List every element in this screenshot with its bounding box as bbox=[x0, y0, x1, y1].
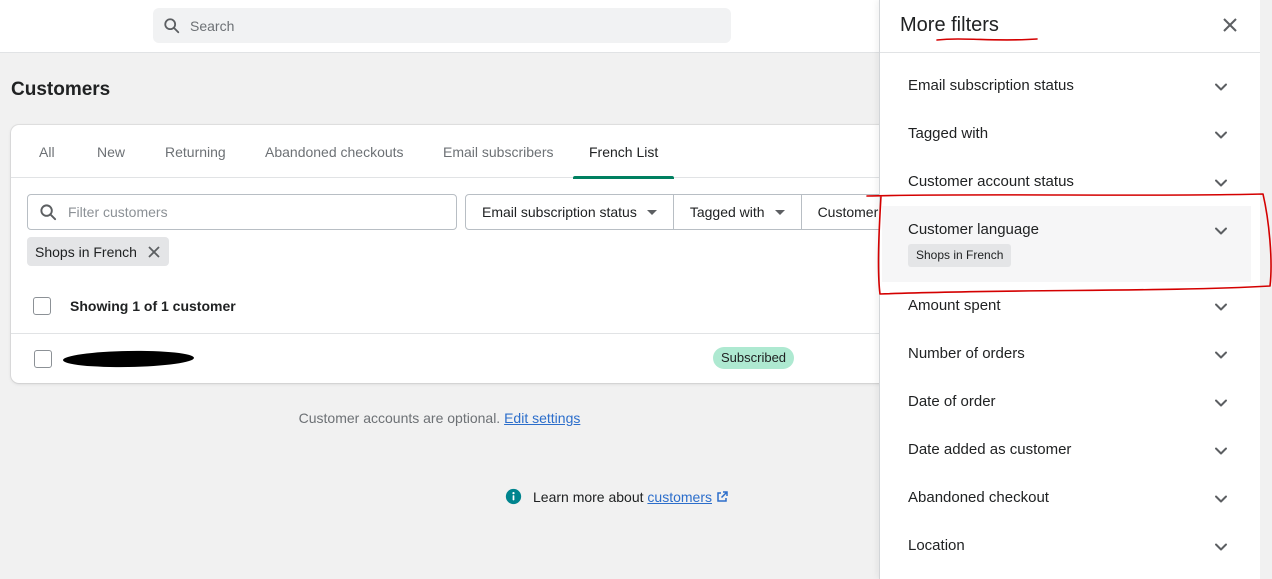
filter-section-date-of-order[interactable]: Date of order bbox=[880, 378, 1260, 426]
chevron-down-icon bbox=[1215, 351, 1227, 359]
chevron-down-icon bbox=[1215, 543, 1227, 551]
email-subscription-status-filter-button[interactable]: Email subscription status bbox=[465, 194, 674, 230]
panel-header: More filters bbox=[880, 0, 1260, 53]
filter-customers-input[interactable]: Filter customers bbox=[27, 194, 457, 230]
filter-section-date-added-as-customer[interactable]: Date added as customer bbox=[880, 426, 1260, 474]
filter-section-label: Location bbox=[908, 537, 965, 554]
filter-customers-placeholder: Filter customers bbox=[68, 204, 168, 220]
chevron-down-icon bbox=[1215, 131, 1227, 139]
filter-section-location[interactable]: Location bbox=[880, 522, 1260, 570]
filter-section-label: Amount spent bbox=[908, 297, 1001, 314]
global-search-placeholder: Search bbox=[190, 17, 235, 34]
global-search-input[interactable]: Search bbox=[153, 8, 731, 43]
chevron-down-icon bbox=[1215, 227, 1227, 235]
filter-section-label: Customer language bbox=[908, 221, 1039, 238]
filter-section-customer-account-status[interactable]: Customer account status bbox=[880, 158, 1260, 206]
learn-more-text: Learn more about bbox=[533, 488, 644, 505]
accounts-optional-text: Customer accounts are optional. bbox=[298, 410, 501, 426]
edit-settings-link[interactable]: Edit settings bbox=[504, 410, 580, 426]
applied-filter-label: Shops in French bbox=[35, 243, 137, 260]
remove-filter-icon[interactable] bbox=[147, 245, 161, 259]
tab-abandoned-checkouts[interactable]: Abandoned checkouts bbox=[265, 125, 404, 178]
filter-section-email-subscription-status[interactable]: Email subscription status bbox=[880, 62, 1260, 110]
status-badge: Subscribed bbox=[713, 347, 795, 369]
filter-section-label: Email subscription status bbox=[908, 77, 1074, 94]
external-link-icon bbox=[717, 490, 728, 502]
filter-section-amount-spent[interactable]: Amount spent bbox=[880, 282, 1260, 330]
tab-returning[interactable]: Returning bbox=[165, 125, 226, 178]
red-underline-annotation bbox=[936, 38, 1038, 41]
redacted-customer-name[interactable] bbox=[62, 349, 195, 369]
filter-section-number-of-orders[interactable]: Number of orders bbox=[880, 330, 1260, 378]
email-subscription-status-filter-label: Email subscription status bbox=[482, 204, 637, 220]
chevron-down-icon bbox=[1215, 303, 1227, 311]
chevron-down-icon bbox=[1215, 83, 1227, 91]
caret-down-icon bbox=[646, 209, 657, 215]
tab-new[interactable]: New bbox=[97, 125, 125, 178]
customer-filter-button[interactable]: Customer bbox=[801, 194, 891, 230]
chevron-down-icon bbox=[1215, 179, 1227, 187]
page-title: Customers bbox=[11, 79, 111, 100]
tagged-with-filter-label: Tagged with bbox=[689, 204, 765, 220]
top-bar: Search bbox=[0, 0, 879, 53]
filter-section-label: Abandoned checkout bbox=[908, 489, 1049, 506]
search-icon bbox=[40, 203, 57, 220]
filter-section-abandoned-checkout[interactable]: Abandoned checkout bbox=[880, 474, 1260, 522]
customer-filter-label: Customer bbox=[817, 204, 879, 220]
customers-help-link[interactable]: customers bbox=[647, 489, 712, 505]
filter-section-label: Customer account status bbox=[908, 173, 1074, 190]
tab-email-subscribers[interactable]: Email subscribers bbox=[443, 125, 553, 178]
more-filters-panel: More filters Email subscription status T… bbox=[879, 0, 1260, 579]
filter-section-label: Date of order bbox=[908, 393, 996, 410]
filter-section-tagged-with[interactable]: Tagged with bbox=[880, 110, 1260, 158]
learn-more: Learn more about customers bbox=[505, 488, 728, 505]
customer-tabs: All New Returning Abandoned checkouts Em… bbox=[11, 125, 891, 179]
tab-french-list[interactable]: French List bbox=[572, 125, 675, 179]
filter-section-label: Tagged with bbox=[908, 125, 989, 142]
applied-filter-chip: Shops in French bbox=[27, 237, 169, 266]
selected-language-chip: Shops in French bbox=[908, 244, 1012, 267]
info-icon bbox=[505, 488, 522, 505]
filter-button-group: Email subscription status Tagged with Cu… bbox=[465, 194, 891, 230]
page-scrollbar[interactable] bbox=[1260, 0, 1272, 579]
select-all-checkbox[interactable] bbox=[33, 297, 51, 315]
caret-down-icon bbox=[774, 209, 785, 215]
tagged-with-filter-button[interactable]: Tagged with bbox=[673, 194, 802, 230]
customers-card: All New Returning Abandoned checkouts Em… bbox=[11, 125, 891, 383]
filter-section-label: Number of orders bbox=[908, 345, 1025, 362]
close-icon[interactable] bbox=[1222, 17, 1238, 33]
chevron-down-icon bbox=[1215, 399, 1227, 407]
tab-all[interactable]: All bbox=[39, 125, 55, 178]
showing-count: Showing 1 of 1 customer bbox=[70, 298, 236, 314]
chevron-down-icon bbox=[1215, 447, 1227, 455]
row-divider bbox=[11, 333, 891, 334]
filter-section-label: Date added as customer bbox=[908, 441, 1072, 458]
filter-section-customer-language[interactable]: Customer language Shops in French bbox=[882, 206, 1251, 282]
accounts-optional-note: Customer accounts are optional. Edit set… bbox=[0, 410, 879, 426]
chevron-down-icon bbox=[1215, 495, 1227, 503]
search-icon bbox=[164, 17, 180, 33]
row-checkbox[interactable] bbox=[34, 350, 52, 368]
